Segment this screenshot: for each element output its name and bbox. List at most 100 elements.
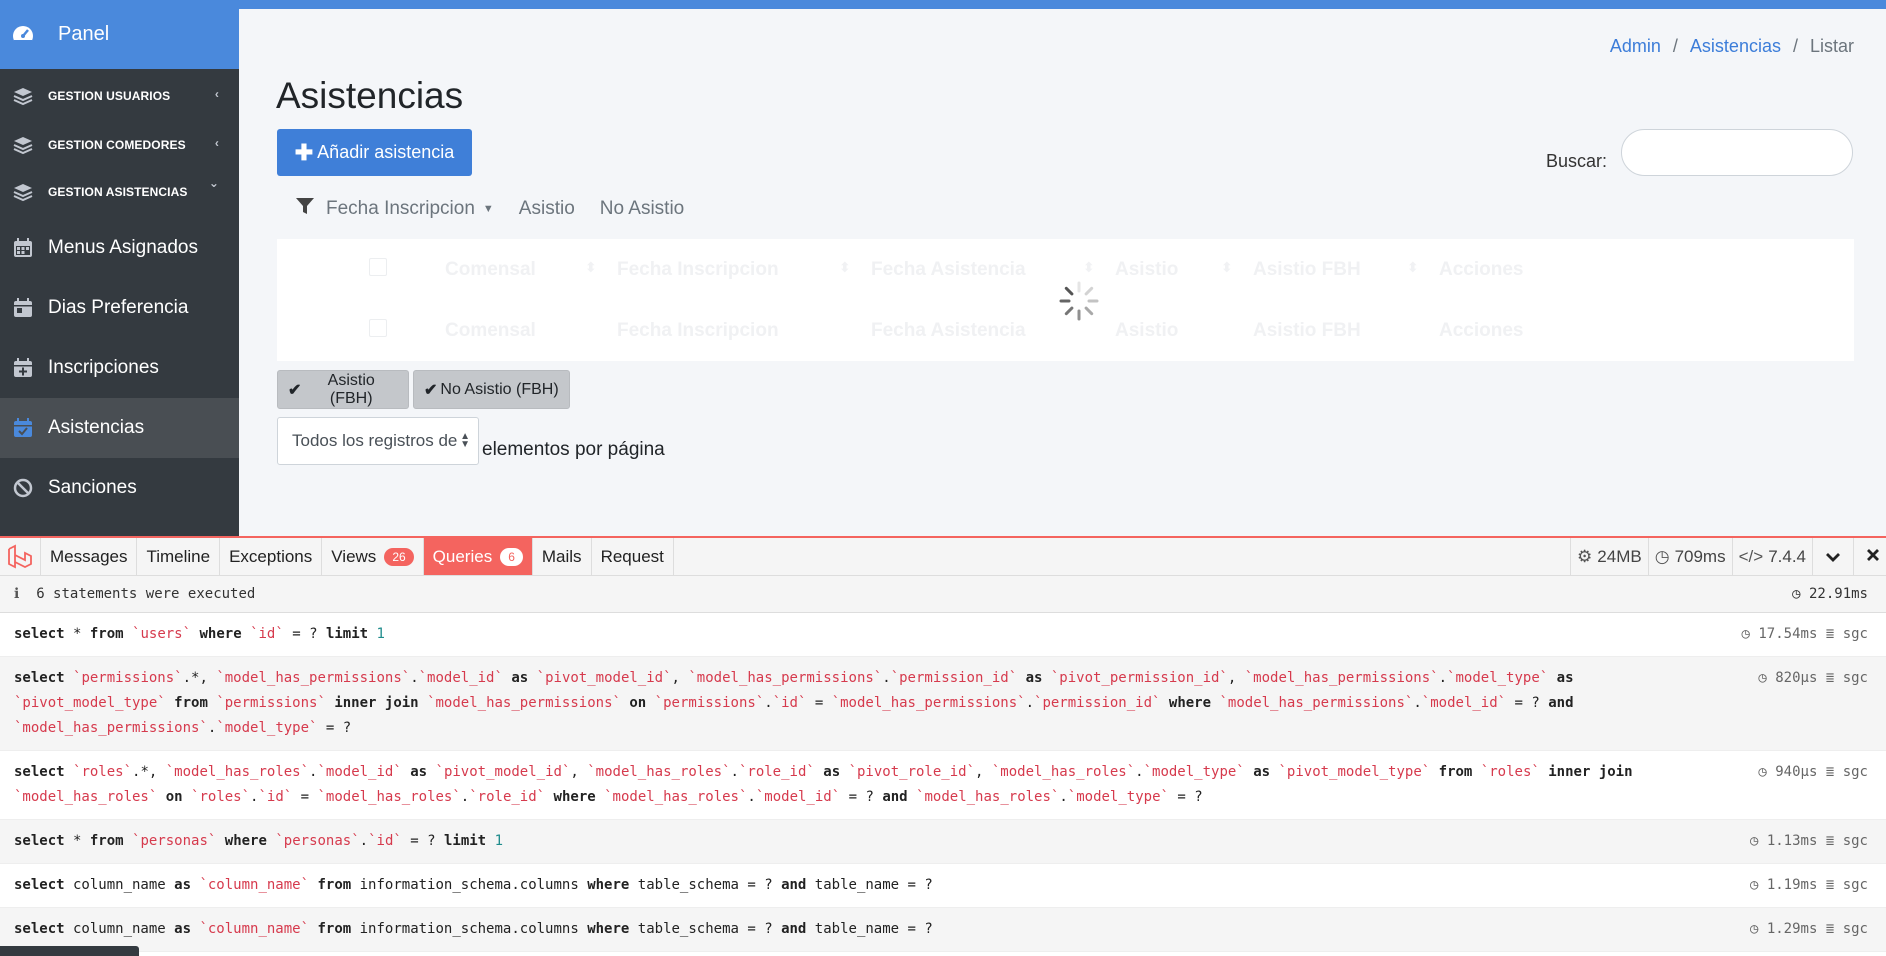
page-size-select[interactable]: Todos los registros de ▲ ▼ [277, 417, 479, 465]
query-row[interactable]: select column_name as `column_name` from… [0, 908, 1886, 952]
calendar-check-icon [12, 417, 34, 439]
sidebar-item-inscripciones[interactable]: Inscripciones [0, 338, 239, 398]
column-header[interactable]: Acciones [1439, 259, 1523, 281]
column-header[interactable]: Fecha Asistencia [871, 259, 1026, 281]
tab-label: Exceptions [229, 546, 313, 566]
clock-icon: ◷ [1749, 833, 1759, 849]
asistencias-table: Comensal ⬍ Fecha Inscripcion ⬍ Fecha Asi… [277, 239, 1854, 361]
query-row[interactable]: select `permissions`.*, `model_has_permi… [0, 657, 1886, 751]
database-icon: ≣ [1825, 833, 1835, 849]
page-size-value: Todos los registros de [292, 431, 458, 450]
debug-tab-messages[interactable]: Messages [40, 538, 136, 575]
search-input[interactable] [1621, 129, 1853, 176]
select-all-checkbox[interactable] [369, 258, 387, 276]
tachometer-icon [10, 22, 36, 48]
plus-icon: ✚ [294, 139, 314, 165]
query-meta: ◷ 940μs ≣ sgc [1758, 760, 1868, 785]
add-button-label: Añadir asistencia [317, 142, 455, 162]
calendar-icon [12, 237, 34, 259]
query-row[interactable]: select column_name as `column_name` from… [0, 864, 1886, 908]
tab-label: Views [331, 546, 377, 566]
chevron-left-icon: ‹ [214, 87, 219, 101]
sidebar-item-label: Sanciones [48, 477, 137, 498]
add-asistencia-button[interactable]: ✚ Añadir asistencia [277, 129, 472, 176]
memory-metric[interactable]: ⚙ 24MB [1570, 538, 1648, 576]
query-row[interactable]: select * from `users` where `id` = ? lim… [0, 613, 1886, 657]
filter-fecha-inscripcion-dropdown[interactable]: Fecha Inscripcion ▼ [326, 198, 494, 220]
query-row[interactable]: select `roles`.*, `model_has_roles`.`mod… [0, 751, 1886, 820]
debug-tab-mails[interactable]: Mails [531, 538, 591, 575]
top-accent-bar [239, 0, 1886, 9]
queries-status: ℹ 6 statements were executed ◷ 22.91ms [0, 576, 1886, 613]
debugbar: Messages Timeline Exceptions Views 26 Que… [0, 536, 1886, 956]
column-header[interactable]: Asistio FBH [1253, 259, 1361, 281]
query-row[interactable]: select * from `personas` where `personas… [0, 820, 1886, 864]
sort-icon: ⬍ [839, 259, 851, 275]
column-footer: Fecha Asistencia [871, 320, 1026, 341]
query-connection: sgc [1842, 877, 1868, 893]
sidebar-group-label: GESTION COMEDORES [48, 137, 186, 152]
clock-icon: ◷ [1758, 764, 1767, 780]
bulk-no-asistio-label: No Asistio (FBH) [440, 380, 559, 398]
bulk-asistio-label: Asistio (FBH) [327, 371, 375, 407]
column-footer: Asistio FBH [1253, 320, 1361, 341]
sidebar-item-asistencias[interactable]: Asistencias [0, 398, 239, 458]
filter-asistio[interactable]: Asistio [519, 198, 575, 220]
sidebar-group-usuarios[interactable]: GESTION USUARIOS ‹ [0, 69, 239, 123]
column-header[interactable]: Fecha Inscripcion [617, 259, 779, 281]
column-footer: Acciones [1439, 320, 1524, 341]
laravel-logo-icon[interactable] [0, 538, 40, 575]
sidebar-item-label: Asistencias [48, 417, 145, 438]
query-meta: ◷ 1.29ms ≣ sgc [1750, 917, 1868, 942]
clock-icon: ◷ [1749, 921, 1759, 937]
breadcrumb-asistencias[interactable]: Asistencias [1690, 36, 1781, 56]
tab-label: Request [600, 546, 664, 566]
debug-tab-queries[interactable]: Queries 6 [422, 538, 532, 575]
close-debugbar-button[interactable] [1853, 538, 1886, 576]
query-connection: sgc [1842, 764, 1868, 780]
php-value: 7.4.4 [1768, 547, 1806, 566]
query-meta: ◷ 17.54ms ≣ sgc [1742, 622, 1869, 647]
sidebar-item-label: Inscripciones [48, 357, 159, 378]
bulk-asistio-button[interactable]: ✔ Asistio (FBH) [277, 370, 409, 409]
sidebar: Panel GESTION USUARIOS ‹ GESTION COMEDOR… [0, 0, 239, 536]
tab-label: Queries [432, 546, 493, 566]
ban-icon [12, 477, 34, 499]
debug-tab-views[interactable]: Views 26 [321, 538, 422, 575]
database-icon: ≣ [1825, 921, 1835, 937]
column-header[interactable]: Asistio [1115, 259, 1178, 281]
sidebar-item-sanciones[interactable]: Sanciones [0, 458, 239, 518]
query-connection: sgc [1842, 626, 1868, 642]
clock-icon: ◷ [1792, 586, 1801, 602]
caret-down-icon: ▼ [482, 203, 494, 215]
database-icon: ≣ [1825, 626, 1835, 642]
info-icon: ℹ [14, 586, 20, 602]
code-icon: </> [1738, 547, 1764, 566]
debugbar-metrics: ⚙ 24MB ◷ 709ms </> 7.4.4 [1570, 538, 1886, 576]
select-all-checkbox[interactable] [369, 319, 387, 337]
query-time: 1.13ms [1766, 833, 1818, 849]
filter-no-asistio[interactable]: No Asistio [600, 198, 684, 220]
query-time: 1.29ms [1766, 921, 1818, 937]
sidebar-item-dias-preferencia[interactable]: Dias Preferencia [0, 278, 239, 338]
brand-label: Panel [58, 23, 110, 45]
brand-panel-link[interactable]: Panel [0, 0, 239, 69]
time-metric[interactable]: ◷ 709ms [1647, 538, 1732, 576]
minimize-button[interactable] [1812, 538, 1853, 576]
column-header[interactable]: Comensal [445, 259, 536, 281]
debug-tab-exceptions[interactable]: Exceptions [219, 538, 321, 575]
breadcrumb-admin[interactable]: Admin [1610, 36, 1661, 56]
tab-label: Timeline [146, 546, 211, 566]
sort-icon: ⬍ [1407, 259, 1419, 275]
database-icon: ≣ [1825, 877, 1835, 893]
bulk-no-asistio-button[interactable]: ✔ No Asistio (FBH) [413, 370, 570, 409]
page-size-label: elementos por página [482, 439, 665, 460]
sidebar-group-asistencias[interactable]: GESTION ASISTENCIAS ⌄ [0, 166, 239, 218]
query-time: 820μs [1775, 670, 1818, 686]
debug-tab-timeline[interactable]: Timeline [136, 538, 219, 575]
clock-icon: ◷ [1741, 626, 1750, 642]
sidebar-group-comedores[interactable]: GESTION COMEDORES ‹ [0, 123, 239, 166]
sidebar-item-menus-asignados[interactable]: Menus Asignados [0, 218, 239, 278]
php-version[interactable]: </> 7.4.4 [1731, 538, 1812, 576]
debug-tab-request[interactable]: Request [590, 538, 674, 575]
